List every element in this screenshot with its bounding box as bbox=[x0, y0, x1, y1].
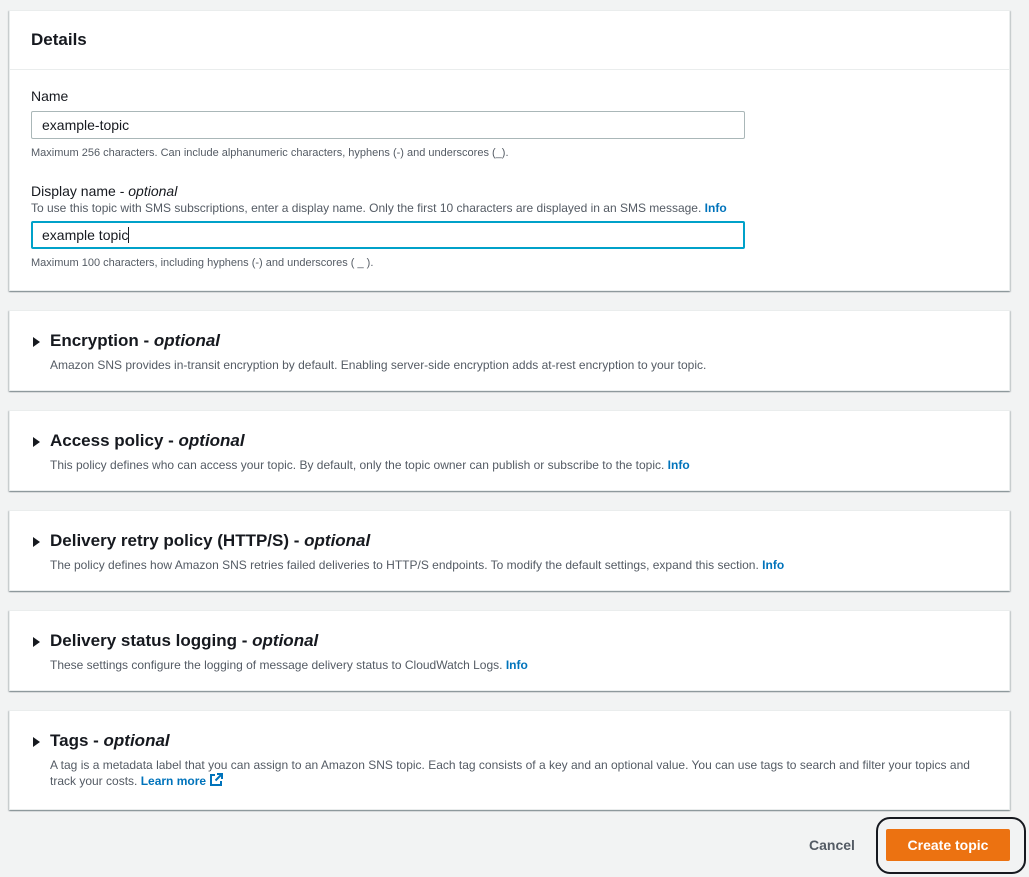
expand-caret-icon[interactable] bbox=[33, 737, 40, 747]
display-name-input-value: example topic bbox=[42, 227, 129, 243]
status-logging-info-link[interactable]: Info bbox=[506, 658, 528, 672]
display-name-description-text: To use this topic with SMS subscriptions… bbox=[31, 201, 702, 215]
tags-section-title[interactable]: Tags - optional bbox=[50, 731, 170, 751]
display-name-description: To use this topic with SMS subscriptions… bbox=[31, 201, 727, 215]
display-name-label-text: Display name - bbox=[31, 183, 129, 199]
encryption-title-text: Encryption - bbox=[50, 331, 154, 350]
create-topic-button[interactable]: Create topic bbox=[886, 829, 1010, 861]
delivery-retry-policy-section: Delivery retry policy (HTTP/S) - optiona… bbox=[9, 510, 1010, 591]
delivery-retry-title-text: Delivery retry policy (HTTP/S) - bbox=[50, 531, 305, 550]
display-name-label: Display name - optional bbox=[31, 183, 177, 199]
display-name-optional: optional bbox=[128, 183, 178, 199]
expand-caret-icon[interactable] bbox=[33, 537, 40, 547]
access-policy-description: This policy defines who can access your … bbox=[50, 457, 990, 473]
delivery-retry-description: The policy defines how Amazon SNS retrie… bbox=[50, 557, 990, 573]
access-policy-title-text: Access policy - bbox=[50, 431, 179, 450]
access-policy-optional: optional bbox=[178, 431, 245, 450]
status-logging-optional: optional bbox=[252, 631, 319, 650]
learn-more-label: Learn more bbox=[140, 774, 207, 788]
access-policy-info-link[interactable]: Info bbox=[668, 458, 690, 472]
cancel-button[interactable]: Cancel bbox=[800, 834, 864, 856]
tags-section: Tags - optional A tag is a metadata labe… bbox=[9, 710, 1010, 810]
access-policy-section-title[interactable]: Access policy - optional bbox=[50, 431, 245, 451]
access-policy-description-text: This policy defines who can access your … bbox=[50, 458, 665, 472]
status-logging-description-text: These settings configure the logging of … bbox=[50, 658, 503, 672]
expand-caret-icon[interactable] bbox=[33, 337, 40, 347]
name-constraint: Maximum 256 characters. Can include alph… bbox=[31, 147, 509, 159]
status-logging-title-text: Delivery status logging - bbox=[50, 631, 253, 650]
delivery-status-logging-section: Delivery status logging - optional These… bbox=[9, 610, 1010, 691]
details-panel: Details Name example-topic Maximum 256 c… bbox=[9, 10, 1010, 291]
text-cursor bbox=[128, 227, 130, 243]
expand-caret-icon[interactable] bbox=[33, 437, 40, 447]
learn-more-link[interactable]: Learn more bbox=[140, 773, 224, 788]
delivery-retry-info-link[interactable]: Info bbox=[762, 558, 784, 572]
tags-title-text: Tags - bbox=[50, 731, 104, 750]
delivery-retry-section-title[interactable]: Delivery retry policy (HTTP/S) - optiona… bbox=[50, 531, 370, 551]
name-label: Name bbox=[31, 88, 69, 104]
expand-caret-icon[interactable] bbox=[33, 637, 40, 647]
details-heading: Details bbox=[10, 11, 1009, 70]
encryption-description: Amazon SNS provides in-transit encryptio… bbox=[50, 358, 707, 372]
access-policy-section: Access policy - optional This policy def… bbox=[9, 410, 1010, 491]
encryption-section: Encryption - optional Amazon SNS provide… bbox=[9, 310, 1010, 391]
name-input[interactable]: example-topic bbox=[31, 111, 745, 139]
name-input-value: example-topic bbox=[42, 117, 130, 133]
delivery-retry-description-text: The policy defines how Amazon SNS retrie… bbox=[50, 558, 759, 572]
tags-description: A tag is a metadata label that you can a… bbox=[50, 757, 990, 789]
display-name-input[interactable]: example topic bbox=[31, 221, 745, 249]
status-logging-section-title[interactable]: Delivery status logging - optional bbox=[50, 631, 318, 651]
encryption-optional: optional bbox=[153, 331, 221, 350]
display-name-constraint: Maximum 100 characters, including hyphen… bbox=[31, 257, 374, 269]
encryption-section-title[interactable]: Encryption - optional bbox=[50, 331, 220, 351]
status-logging-description: These settings configure the logging of … bbox=[50, 657, 990, 673]
tags-optional: optional bbox=[103, 731, 170, 750]
display-name-info-link[interactable]: Info bbox=[705, 201, 727, 215]
delivery-retry-optional: optional bbox=[304, 531, 371, 550]
external-link-icon bbox=[210, 773, 224, 786]
